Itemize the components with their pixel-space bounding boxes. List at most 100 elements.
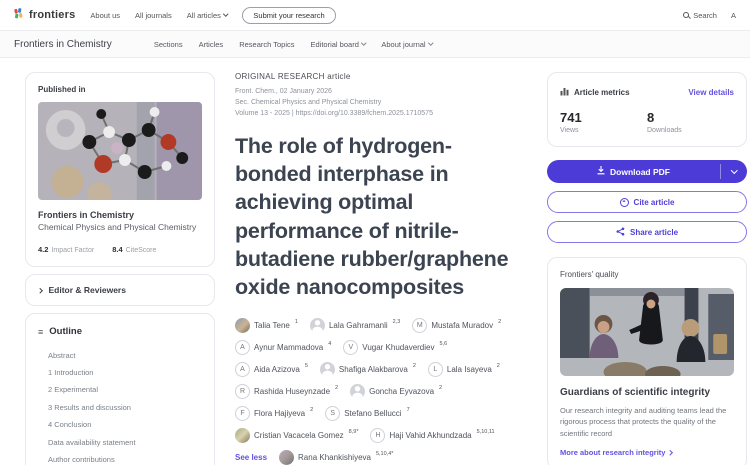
main-content: Published in (0, 58, 750, 465)
author-name: Cristian Vacacela Gomez (254, 431, 344, 440)
downloads-label: Downloads (647, 127, 734, 134)
author-affiliation-sup: 2 (335, 385, 338, 391)
quality-photo (560, 288, 734, 376)
author-chip[interactable]: Lala Gahramanli 2,3 (310, 318, 400, 333)
share-article-button[interactable]: Share article (547, 221, 747, 243)
views-label: Views (560, 127, 647, 134)
author-avatar: L (428, 362, 443, 377)
author-chip[interactable]: Talia Tene 1 (235, 318, 298, 333)
quality-heading: Frontiers' quality (560, 270, 734, 279)
outline-item[interactable]: Author contributions (38, 451, 202, 465)
metrics-title: Article metrics (574, 88, 630, 97)
outline-item[interactable]: Abstract (38, 346, 202, 363)
download-options-button[interactable] (721, 160, 747, 183)
article-column: ORIGINAL RESEARCH article Front. Chem., … (235, 72, 527, 465)
author-name: Aida Azizova (254, 365, 300, 374)
outline-item[interactable]: 4 Conclusion (38, 416, 202, 433)
author-name: Stefano Bellucci (344, 409, 401, 418)
published-section-name[interactable]: Chemical Physics and Physical Chemistry (38, 222, 202, 233)
author-avatar: S (325, 406, 340, 421)
share-icon (616, 227, 625, 238)
author-chip[interactable]: Cristian Vacacela Gomez 8,9* (235, 428, 358, 443)
author-affiliation-sup: 2 (498, 319, 501, 325)
outline-item[interactable]: 1 Introduction (38, 364, 202, 381)
journal-title-link[interactable]: Frontiers in Chemistry (14, 39, 112, 50)
author-avatar (235, 318, 250, 333)
journal-nav-item[interactable]: Sections (154, 40, 183, 49)
submit-research-button[interactable]: Submit your research (242, 7, 335, 24)
author-list: Talia Tene 1 Lala Gahramanli 2,3 M Musta… (235, 318, 527, 465)
author-chip[interactable]: V Vugar Khudaverdiev 5,6 (343, 340, 447, 355)
article-title: The role of hydrogen-bonded interphase i… (235, 132, 527, 302)
author-affiliation-sup: 2 (310, 407, 313, 413)
outline-card: ≡ Outline Abstract 1 Introduction 2 Expe… (25, 313, 215, 465)
frontiers-quality-card: Frontiers' quality (547, 257, 747, 465)
author-chip[interactable]: L Lala Isayeva 2 (428, 362, 500, 377)
outline-list: Abstract 1 Introduction 2 Experimental 3… (38, 346, 202, 465)
outline-item[interactable]: 2 Experimental (38, 381, 202, 398)
top-nav-item[interactable]: All journals (135, 11, 172, 20)
chevron-down-icon (223, 12, 228, 17)
cite-article-label: Cite article (634, 198, 675, 207)
top-nav-item[interactable]: About us (90, 11, 120, 20)
author-name: Shafiga Alakbarova (339, 365, 408, 374)
impact-factor-value: 4.2 (38, 245, 48, 254)
outline-item[interactable]: Data availability statement (38, 433, 202, 450)
author-name: Lala Isayeva (447, 365, 492, 374)
top-nav-item[interactable]: All articles (187, 11, 228, 20)
cite-article-button[interactable]: “ Cite article (547, 191, 747, 213)
quality-more-link[interactable]: More about research integrity (560, 448, 734, 457)
author-chip[interactable]: Rana Khankishiyeva 5,10,4* (279, 450, 393, 465)
author-affiliation-sup: 2 (497, 363, 500, 369)
author-affiliation-sup: 5 (305, 363, 308, 369)
frontiers-logo-text: frontiers (29, 9, 75, 21)
journal-nav-item[interactable]: Research Topics (239, 40, 294, 49)
author-chip[interactable]: A Aynur Mammadova 4 (235, 340, 331, 355)
author-affiliation-sup: 2 (413, 363, 416, 369)
editor-reviewers-label: Editor & Reviewers (49, 285, 126, 295)
quality-title: Guardians of scientific integrity (560, 387, 734, 398)
author-name: Goncha Eyvazova (369, 387, 434, 396)
chevron-right-icon (37, 288, 42, 293)
search-icon (683, 12, 689, 18)
author-chip[interactable]: Goncha Eyvazova 2 (350, 384, 442, 399)
author-name: Flora Hajiyeva (254, 409, 305, 418)
metrics-header: Article metrics View details (560, 83, 734, 101)
author-chip[interactable]: F Flora Hajiyeva 2 (235, 406, 313, 421)
search-button[interactable]: Search (683, 11, 717, 20)
published-journal-name[interactable]: Frontiers in Chemistry (38, 210, 202, 220)
outline-item[interactable]: 3 Results and discussion (38, 399, 202, 416)
author-name: Vugar Khudaverdiev (362, 343, 434, 352)
top-header: frontiers About us All journals All arti… (0, 0, 750, 30)
see-less-link[interactable]: See less (235, 453, 267, 462)
author-name: Rana Khankishiyeva (298, 453, 371, 462)
frontiers-article-page: frontiers About us All journals All arti… (0, 0, 750, 465)
author-chip[interactable]: M Mustafa Muradov 2 (412, 318, 501, 333)
author-affiliation-sup: 2 (439, 385, 442, 391)
chevron-down-icon (428, 41, 433, 46)
frontiers-logo[interactable]: frontiers (14, 6, 75, 24)
download-icon (597, 166, 605, 177)
header-right: Search A (683, 11, 736, 20)
article-metrics-card: Article metrics View details 741 Views 8… (547, 72, 747, 147)
journal-nav-item[interactable]: About journal (381, 40, 432, 49)
citation-journal-date: Front. Chem., 02 January 2026 (235, 87, 527, 98)
right-sidebar: Article metrics View details 741 Views 8… (547, 72, 747, 465)
author-chip[interactable]: R Rashida Huseynzade 2 (235, 384, 338, 399)
journal-nav-item[interactable]: Articles (199, 40, 224, 49)
header-partial-text[interactable]: A (731, 11, 736, 20)
journal-nav-item[interactable]: Editorial board (311, 40, 366, 49)
citation-volume-doi[interactable]: Volume 13 - 2025 | https://doi.org/10.33… (235, 109, 527, 120)
journal-cover-image[interactable] (38, 102, 202, 200)
author-avatar: F (235, 406, 250, 421)
author-chip[interactable]: A Aida Azizova 5 (235, 362, 308, 377)
view-details-link[interactable]: View details (688, 88, 734, 97)
author-avatar (350, 384, 365, 399)
author-chip[interactable]: S Stefano Bellucci 7 (325, 406, 409, 421)
download-pdf-button[interactable]: Download PDF (547, 160, 720, 183)
author-avatar (279, 450, 294, 465)
published-in-card: Published in (25, 72, 215, 267)
author-chip[interactable]: Shafiga Alakbarova 2 (320, 362, 416, 377)
editor-reviewers-button[interactable]: Editor & Reviewers (25, 274, 215, 306)
author-chip[interactable]: H Haji Vahid Akhundzada 5,10,11 (370, 428, 494, 443)
